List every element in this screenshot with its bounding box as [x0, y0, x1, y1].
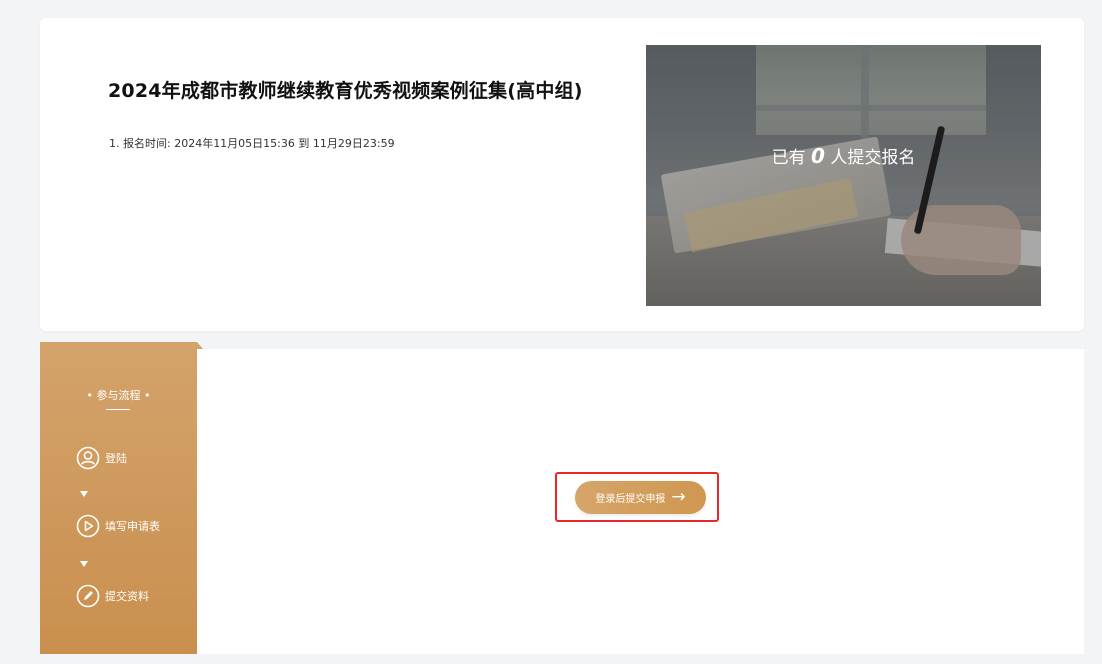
step-submit-materials-label: 提交资料	[105, 590, 149, 603]
registration-time: 1. 报名时间: 2024年11月05日15:36 到 11月29日23:59	[109, 137, 395, 150]
process-title: • 参与流程 •	[86, 389, 151, 402]
step-login-label: 登陆	[105, 452, 127, 465]
event-banner-image: 已有 0 人提交报名	[646, 45, 1041, 306]
event-card: 2024年成都市教师继续教育优秀视频案例征集(高中组) 1. 报名时间: 202…	[40, 18, 1084, 331]
step-login: 登陆	[76, 446, 127, 470]
submit-button-label: 登录后提交申报	[595, 494, 666, 505]
step-fill-form-label: 填写申请表	[105, 520, 160, 533]
process-title-underline	[106, 409, 130, 410]
step-arrow-1	[80, 491, 88, 497]
arrow-right-icon: →	[671, 487, 686, 507]
count-suffix: 人提交报名	[830, 148, 916, 168]
login-submit-button[interactable]: 登录后提交申报 →	[575, 481, 706, 514]
step-fill-form: 填写申请表	[76, 514, 160, 538]
submission-count: 已有 0 人提交报名	[646, 143, 1041, 168]
process-sidebar: • 参与流程 • 登陆 填写申请表 提交资料	[40, 342, 203, 654]
pencil-icon	[76, 584, 100, 608]
user-icon	[76, 446, 100, 470]
step-arrow-2	[80, 561, 88, 567]
count-number: 0	[811, 144, 825, 168]
event-title: 2024年成都市教师继续教育优秀视频案例征集(高中组)	[108, 80, 583, 102]
play-icon	[76, 514, 100, 538]
step-submit-materials: 提交资料	[76, 584, 149, 608]
count-prefix: 已有	[771, 148, 806, 168]
